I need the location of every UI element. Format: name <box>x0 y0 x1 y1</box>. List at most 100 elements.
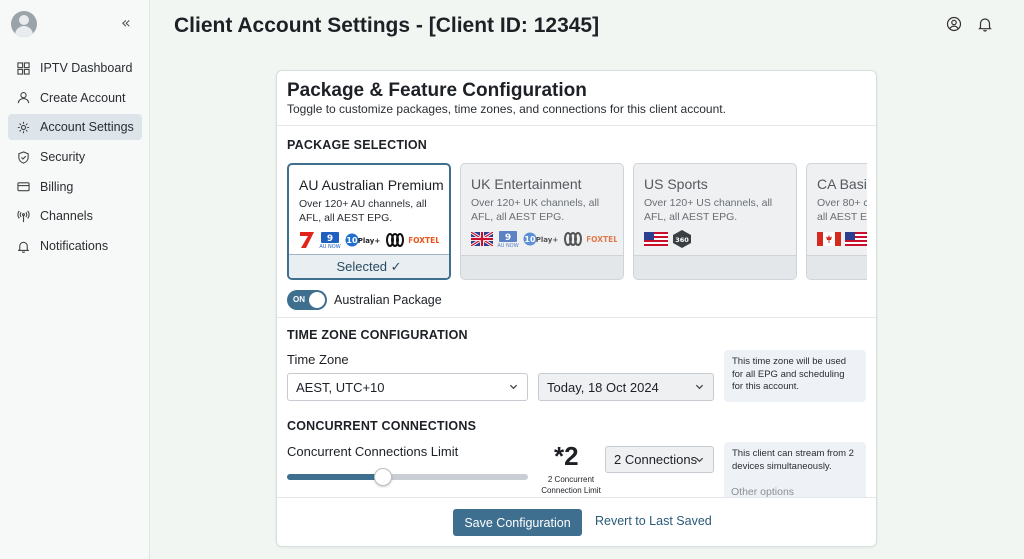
sidebar-item-channels[interactable]: Channels <box>8 203 142 229</box>
three-sixty-logo-icon: 360 <box>672 230 692 248</box>
svg-text:FOXTEL: FOXTEL <box>409 236 439 245</box>
package-card-uk-entertainment[interactable]: UK Entertainment Over 120+ UK channels, … <box>460 163 624 280</box>
us-flag-icon <box>845 232 867 246</box>
svg-text:Play+: Play+ <box>536 236 559 244</box>
channel-logos <box>817 230 867 248</box>
abc-logo-icon <box>563 230 583 248</box>
svg-text:10: 10 <box>524 235 536 244</box>
connections-slider[interactable] <box>287 468 528 486</box>
toggle-knob <box>309 292 325 308</box>
foxtel-logo-icon: FOXTEL <box>409 231 439 249</box>
svg-text:AU NOW: AU NOW <box>319 244 340 249</box>
package-card-us-sports[interactable]: US Sports Over 120+ US channels, all AFL… <box>633 163 797 280</box>
connections-big-caption: 2 Concurrent Connection Limit <box>541 475 601 495</box>
profile-icon[interactable] <box>946 16 962 32</box>
sidebar-item-create-account[interactable]: Create Account <box>8 85 142 111</box>
us-flag-icon <box>644 232 668 246</box>
timezone-heading: TIME ZONE CONFIGURATION <box>287 328 468 342</box>
timezone-note: This time zone will be used for all EPG … <box>724 350 866 402</box>
channel-logos: 9 AU NOW 10 Play+ FOXTEL <box>299 231 443 249</box>
selected-indicator: Selected ✓ <box>289 254 449 278</box>
nine-au-now-logo-icon: 9 AU NOW <box>497 230 519 248</box>
antenna-icon <box>16 209 30 223</box>
package-description: Over 120+ AU channels, all AFL, all AEST… <box>299 198 427 224</box>
timezone-select-value: AEST, UTC+10 <box>296 379 385 395</box>
sidebar-item-label: IPTV Dashboard <box>40 61 133 75</box>
toggle-label: Australian Package <box>334 293 442 307</box>
sidebar-item-label: Billing <box>40 179 74 194</box>
package-name: CA Basic <box>817 176 867 192</box>
package-name: US Sports <box>644 176 708 192</box>
ten-play-logo-icon: 10 Play+ <box>345 231 381 249</box>
sidebar-nav: IPTV Dashboard Create Account Account Se… <box>8 55 142 263</box>
card-subtitle: Toggle to customize packages, time zones… <box>287 102 726 116</box>
package-card-ca-basic[interactable]: CA Basic Over 80+ channels, all AFL, all… <box>806 163 867 280</box>
chevron-down-icon <box>695 384 704 390</box>
package-list: AU Australian Premium Over 120+ AU chann… <box>287 163 867 282</box>
credit-card-icon <box>16 180 30 194</box>
card-title: Package & Feature Configuration <box>287 80 587 101</box>
package-name: UK Entertainment <box>471 176 582 192</box>
foxtel-logo-icon: FOXTEL <box>587 230 617 248</box>
svg-text:10: 10 <box>346 236 358 245</box>
chevron-down-icon <box>509 384 518 390</box>
sidebar-item-account-settings[interactable]: Account Settings <box>8 114 142 141</box>
package-description: Over 120+ US channels, all AFL, all AEST… <box>644 197 773 223</box>
svg-text:FOXTEL: FOXTEL <box>587 235 617 244</box>
revert-button[interactable]: Revert to Last Saved <box>595 514 712 528</box>
svg-text:AU NOW: AU NOW <box>497 243 518 248</box>
card-header: Package & Feature Configuration Toggle t… <box>277 71 876 126</box>
sidebar-item-label: Security <box>40 150 86 165</box>
bell-icon <box>16 239 30 253</box>
package-name: AU Australian Premium <box>299 177 444 193</box>
slider-fill <box>287 474 384 480</box>
slider-handle[interactable] <box>374 468 393 486</box>
gear-icon <box>16 120 30 134</box>
svg-text:9: 9 <box>327 234 333 244</box>
australian-package-toggle[interactable]: ON <box>287 290 327 310</box>
package-config-card: Package & Feature Configuration Toggle t… <box>276 70 877 547</box>
sidebar-item-iptv-dashboard[interactable]: IPTV Dashboard <box>8 55 142 81</box>
package-description: Over 120+ UK channels, all AFL, all AEST… <box>471 197 600 223</box>
connections-select-value: 2 Connections <box>614 452 698 467</box>
user-icon <box>16 91 30 105</box>
package-card-footer <box>461 255 623 279</box>
date-select-value: Today, 18 Oct 2024 <box>547 379 659 395</box>
timezone-field-label: Time Zone <box>287 352 349 367</box>
channel-logos: 9 AU NOW 10 Play+ FOXTEL <box>471 230 621 248</box>
connections-note-text: This client can stream from 2 devices si… <box>732 448 854 472</box>
sidebar-item-label: Create Account <box>40 90 126 105</box>
seven-logo-icon <box>299 231 315 249</box>
svg-text:9: 9 <box>505 233 511 243</box>
sidebar-item-security[interactable]: Security <box>8 144 142 170</box>
notifications-bell-icon[interactable] <box>977 16 993 32</box>
shield-icon <box>16 150 30 164</box>
timezone-select[interactable]: AEST, UTC+10 <box>287 373 528 401</box>
collapse-sidebar-button[interactable]: « <box>121 13 131 32</box>
sidebar-item-label: Account Settings <box>40 120 134 135</box>
connections-big-value: *2 <box>554 441 579 471</box>
package-description: Over 80+ channels, all AFL, all AEST EPG… <box>817 197 867 223</box>
sidebar-item-billing[interactable]: Billing <box>8 174 142 200</box>
sidebar-item-label: Notifications <box>40 239 109 254</box>
package-selection-heading: PACKAGE SELECTION <box>287 138 427 152</box>
package-card-footer <box>634 255 796 279</box>
avatar[interactable] <box>11 11 37 37</box>
connections-heading: CONCURRENT CONNECTIONS <box>287 419 477 433</box>
svg-text:360: 360 <box>675 236 689 244</box>
channel-logos: 360 <box>644 230 696 248</box>
grid-icon <box>16 61 30 75</box>
date-select[interactable]: Today, 18 Oct 2024 <box>538 373 714 401</box>
package-card-au-premium[interactable]: AU Australian Premium Over 120+ AU chann… <box>287 163 451 280</box>
uk-flag-icon <box>471 232 493 246</box>
ten-play-logo-icon: 10 Play+ <box>523 230 559 248</box>
abc-logo-icon <box>385 231 405 249</box>
ca-flag-icon <box>817 232 841 246</box>
sidebar-item-notifications[interactable]: Notifications <box>8 233 142 259</box>
package-card-footer <box>807 255 867 279</box>
connections-field-label: Concurrent Connections Limit <box>287 444 459 459</box>
connections-select[interactable]: 2 Connections <box>605 446 714 473</box>
chevron-down-icon <box>695 457 704 463</box>
save-configuration-button[interactable]: Save Configuration <box>453 509 582 536</box>
card-footer: Save Configuration Revert to Last Saved <box>277 497 876 546</box>
